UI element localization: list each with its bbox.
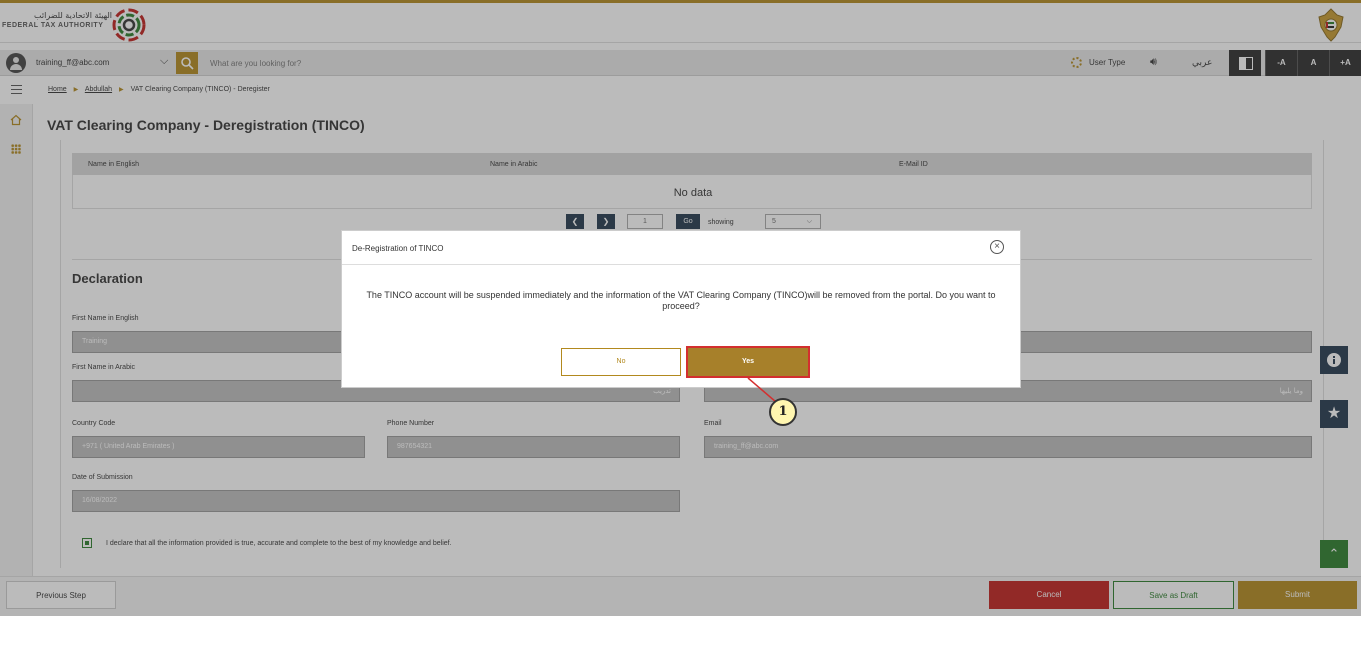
callout-pointer [747,377,777,403]
page: الهيئة الاتحادية للضرائب FEDERAL TAX AUT… [0,0,1361,648]
step-callout-badge: 1 [769,398,797,426]
